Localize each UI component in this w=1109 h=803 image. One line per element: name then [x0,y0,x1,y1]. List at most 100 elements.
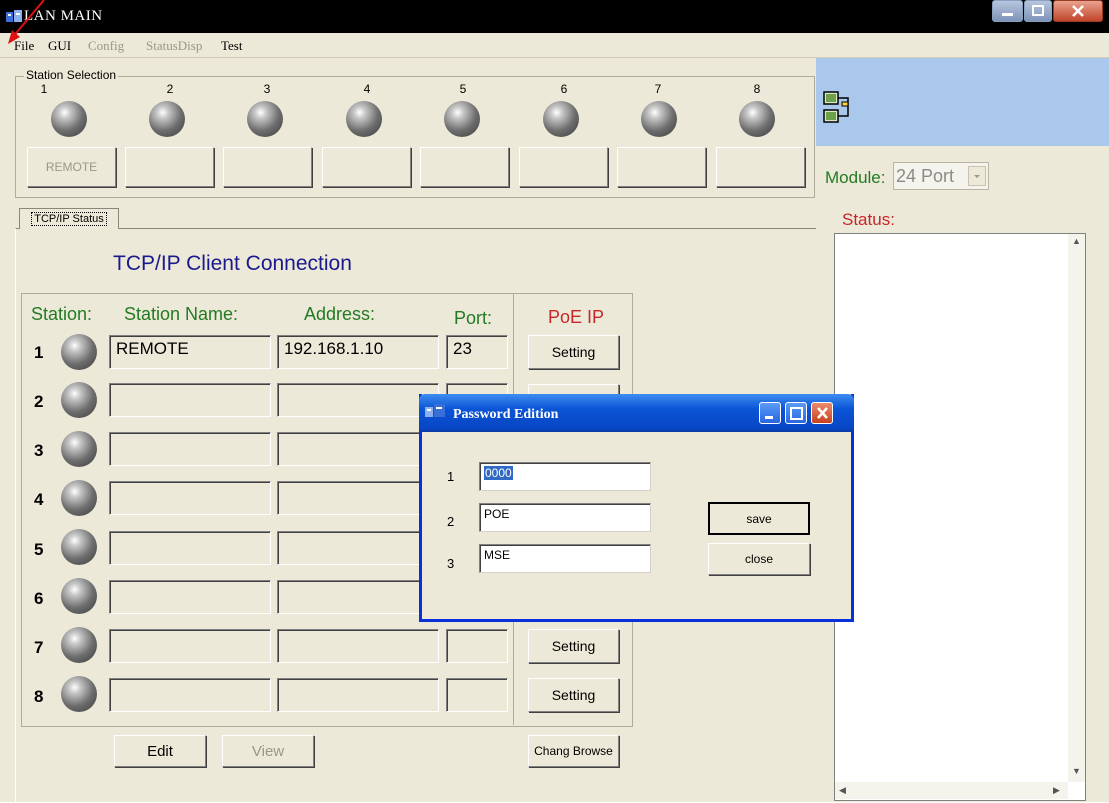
row-number: 2 [34,392,44,411]
menu-config[interactable]: Config [88,38,124,54]
station-button-5[interactable] [420,147,509,187]
module-label: Module: [825,168,886,187]
station-button-2[interactable] [125,147,214,187]
port-field[interactable]: 23 [446,335,508,369]
scroll-left-icon[interactable]: ◀ [839,785,846,796]
address-field[interactable] [277,531,439,565]
module-header-band [816,58,1109,146]
status-log[interactable] [834,233,1086,801]
minimize-icon [765,416,773,419]
station-button-4[interactable] [322,147,411,187]
station-name-field[interactable] [109,678,271,712]
station-number: 3 [263,82,271,96]
port-field[interactable] [446,629,508,663]
dialog-close-action-button[interactable]: close [708,543,810,575]
vertical-scrollbar[interactable]: ▲ ▼ [1068,234,1085,782]
station-button-3[interactable] [223,147,312,187]
module-select-value: 24 Port [896,166,955,186]
row-status-led [61,431,97,467]
station-name-field[interactable] [109,580,271,614]
port-field[interactable] [446,678,508,712]
horizontal-scrollbar[interactable]: ◀ ▶ [835,782,1068,799]
module-select[interactable]: 24 Port [893,162,989,190]
menu-test[interactable]: Test [221,38,242,54]
station-name-field[interactable] [109,629,271,663]
chevron-down-icon [974,175,980,178]
password-field-1[interactable]: 0000 [479,462,651,491]
network-icon[interactable] [822,90,852,128]
station-indicator-led [51,101,87,137]
save-button[interactable]: save [708,502,810,535]
station-name-field[interactable] [109,383,271,417]
station-number: 2 [166,82,174,96]
station-number: 4 [363,82,371,96]
station-name-field[interactable] [109,531,271,565]
edit-button[interactable]: Edit [114,735,206,767]
scroll-up-icon[interactable]: ▲ [1072,236,1081,246]
station-indicator-led [247,101,283,137]
row-number: 1 [34,343,44,362]
minimize-button[interactable] [992,0,1023,22]
station-button-1[interactable]: REMOTE [27,147,116,187]
station-indicator-led [444,101,480,137]
station-button-7[interactable] [617,147,706,187]
poe-setting-button-8[interactable]: Setting [528,678,619,712]
row-status-led [61,334,97,370]
header-port: Port: [454,308,493,328]
poe-setting-button-1[interactable]: Setting [528,335,619,369]
close-icon [1072,5,1084,17]
address-field[interactable] [277,580,439,614]
poe-setting-button-7[interactable]: Setting [528,629,619,663]
menu-bar: File GUI Config StatusDisp Test [0,33,1109,58]
address-field[interactable]: 192.168.1.10 [277,335,439,369]
scroll-right-icon[interactable]: ▶ [1053,785,1060,796]
dialog-app-icon [425,404,445,417]
row-number: 3 [34,441,44,460]
scroll-down-icon[interactable]: ▼ [1072,766,1081,776]
address-field[interactable] [277,678,439,712]
dropdown-button[interactable] [968,166,986,186]
menu-statusdisp[interactable]: StatusDisp [146,38,202,54]
header-address: Address: [304,304,376,324]
maximize-button[interactable] [1024,0,1052,22]
status-label: Status: [842,210,895,229]
station-number: 8 [753,82,761,96]
station-button-6[interactable] [519,147,608,187]
station-number: 5 [459,82,467,96]
address-field[interactable] [277,481,439,515]
password-label-3: 3 [447,556,455,571]
station-name-field[interactable] [109,432,271,466]
station-name-field[interactable] [109,481,271,515]
row-number: 5 [34,540,44,559]
address-field[interactable] [277,432,439,466]
dialog-title: Password Edition [453,407,559,422]
dialog-maximize-button[interactable] [785,402,807,424]
password-field-2[interactable]: POE [479,503,651,532]
window-titlebar[interactable]: LAN MAIN [0,0,1109,33]
annotation-arrow [8,0,45,44]
maximize-icon [790,407,803,420]
tab-tcpip-status[interactable]: TCP/IP Status [19,208,119,229]
row-status-led [61,627,97,663]
dialog-minimize-button[interactable] [759,402,781,424]
row-number: 8 [34,687,44,706]
address-field[interactable] [277,629,439,663]
station-name-field[interactable]: REMOTE [109,335,271,369]
row-status-led [61,529,97,565]
password-field-3[interactable]: MSE [479,544,651,573]
row-status-led [61,578,97,614]
station-button-8[interactable] [716,147,805,187]
dialog-close-button[interactable] [811,402,833,424]
station-number: 7 [654,82,662,96]
address-field[interactable] [277,383,439,417]
chang-browse-button[interactable]: Chang Browse [528,735,619,767]
station-number: 6 [560,82,568,96]
section-title: TCP/IP Client Connection [113,252,352,275]
view-button[interactable]: View [222,735,314,767]
row-status-led [61,382,97,418]
password-label-1: 1 [447,469,455,484]
header-station-name: Station Name: [124,304,239,324]
close-button[interactable] [1053,0,1103,22]
header-station: Station: [31,304,93,324]
station-indicator-led [346,101,382,137]
